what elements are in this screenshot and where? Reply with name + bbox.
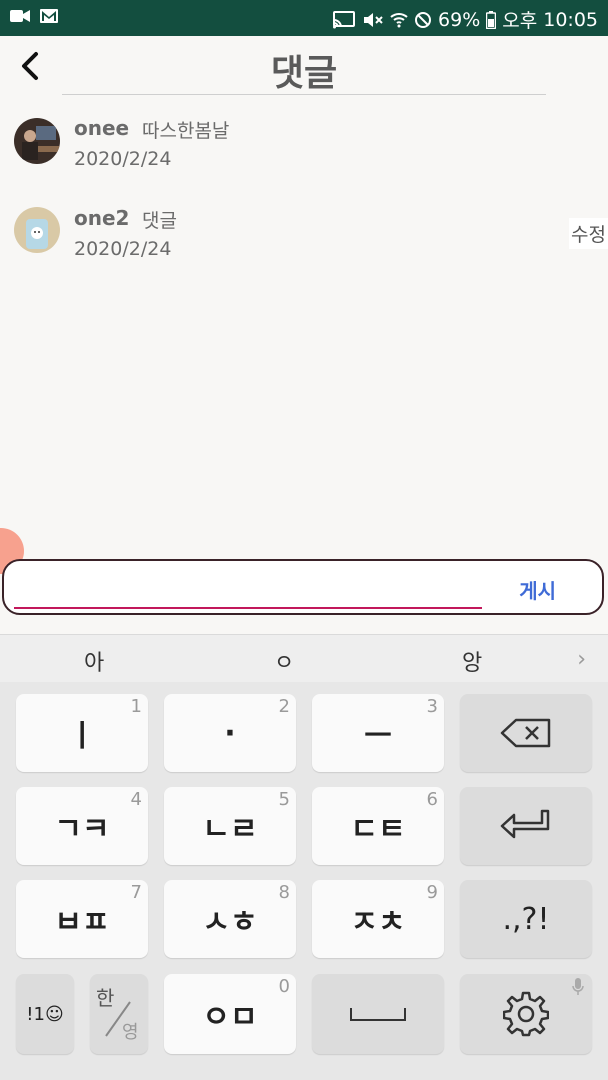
gmail-icon (40, 9, 58, 23)
comment-date: 2020/2/24 (74, 238, 172, 260)
header-divider (62, 94, 546, 95)
backspace-icon (500, 718, 551, 748)
do-not-disturb-icon (415, 11, 432, 28)
key-g-k[interactable]: 4 ㄱㅋ (16, 787, 148, 865)
key-b-p[interactable]: 7 ㅂㅍ (16, 880, 148, 958)
comment-author: one2 (74, 206, 130, 230)
enter-key[interactable] (460, 787, 592, 865)
space-bar-icon (350, 1008, 406, 1021)
avatar[interactable] (14, 207, 60, 253)
language-switch-key[interactable]: 한 영 (90, 974, 148, 1054)
comment-item: onee 따스한봄날 2020/2/24 (0, 116, 608, 186)
avatar[interactable] (14, 118, 60, 164)
suggestion-item[interactable]: 아 (84, 645, 104, 677)
comment-date: 2020/2/24 (74, 148, 172, 170)
key-vowel-dot[interactable]: 2 · (164, 694, 296, 772)
wifi-icon (390, 12, 408, 27)
cast-icon (333, 10, 356, 28)
status-bar: 69% 오후 10:05 (0, 0, 608, 36)
symbol-key[interactable]: !1☺ (16, 974, 74, 1054)
key-vowel-eu[interactable]: 3 ㅡ (312, 694, 444, 772)
battery-percent: 69% (438, 8, 481, 31)
comment-text: 따스한봄날 (142, 120, 230, 142)
key-d-t[interactable]: 6 ㄷㅌ (312, 787, 444, 865)
comment-input[interactable] (14, 567, 482, 609)
space-key[interactable] (312, 974, 444, 1054)
comment-item: one2 댓글 2020/2/24 수정 (0, 206, 608, 276)
gear-icon (503, 991, 549, 1037)
key-j-ch[interactable]: 9 ㅈㅊ (312, 880, 444, 958)
page-title: 댓글 (270, 53, 338, 94)
suggestion-item[interactable]: ㅇ (274, 645, 294, 677)
punctuation-key[interactable]: .,?! (460, 880, 592, 958)
comment-text: 댓글 (142, 210, 177, 232)
edit-button[interactable]: 수정 (569, 218, 608, 249)
keyboard: 1 ㅣ 2 · 3 ㅡ 4 ㄱㅋ 5 ㄴㄹ 6 ㄷㅌ 7 ㅂㅍ 8 ㅅㅎ 9 ㅈ… (0, 682, 608, 1080)
key-s-h[interactable]: 8 ㅅㅎ (164, 880, 296, 958)
key-n-r[interactable]: 5 ㄴㄹ (164, 787, 296, 865)
comment-input-bar: 게시 (2, 559, 604, 615)
chevron-right-icon[interactable]: › (577, 647, 586, 672)
time-period: 오후 (502, 10, 538, 32)
post-button[interactable]: 게시 (519, 575, 556, 604)
key-vowel-i[interactable]: 1 ㅣ (16, 694, 148, 772)
backspace-key[interactable] (460, 694, 592, 772)
slash-divider-icon (105, 1001, 131, 1037)
comment-author: onee (74, 116, 130, 140)
mute-icon (364, 12, 383, 27)
battery-icon (486, 10, 497, 29)
settings-key[interactable] (460, 974, 592, 1054)
suggestion-item[interactable]: 앙 (462, 645, 482, 677)
enter-icon (500, 809, 550, 839)
suggestion-bar: 아 ㅇ 앙 › (0, 634, 608, 683)
clock: 10:05 (543, 8, 598, 31)
key-o-m[interactable]: 0 ㅇㅁ (164, 974, 296, 1054)
video-call-icon (10, 10, 30, 22)
